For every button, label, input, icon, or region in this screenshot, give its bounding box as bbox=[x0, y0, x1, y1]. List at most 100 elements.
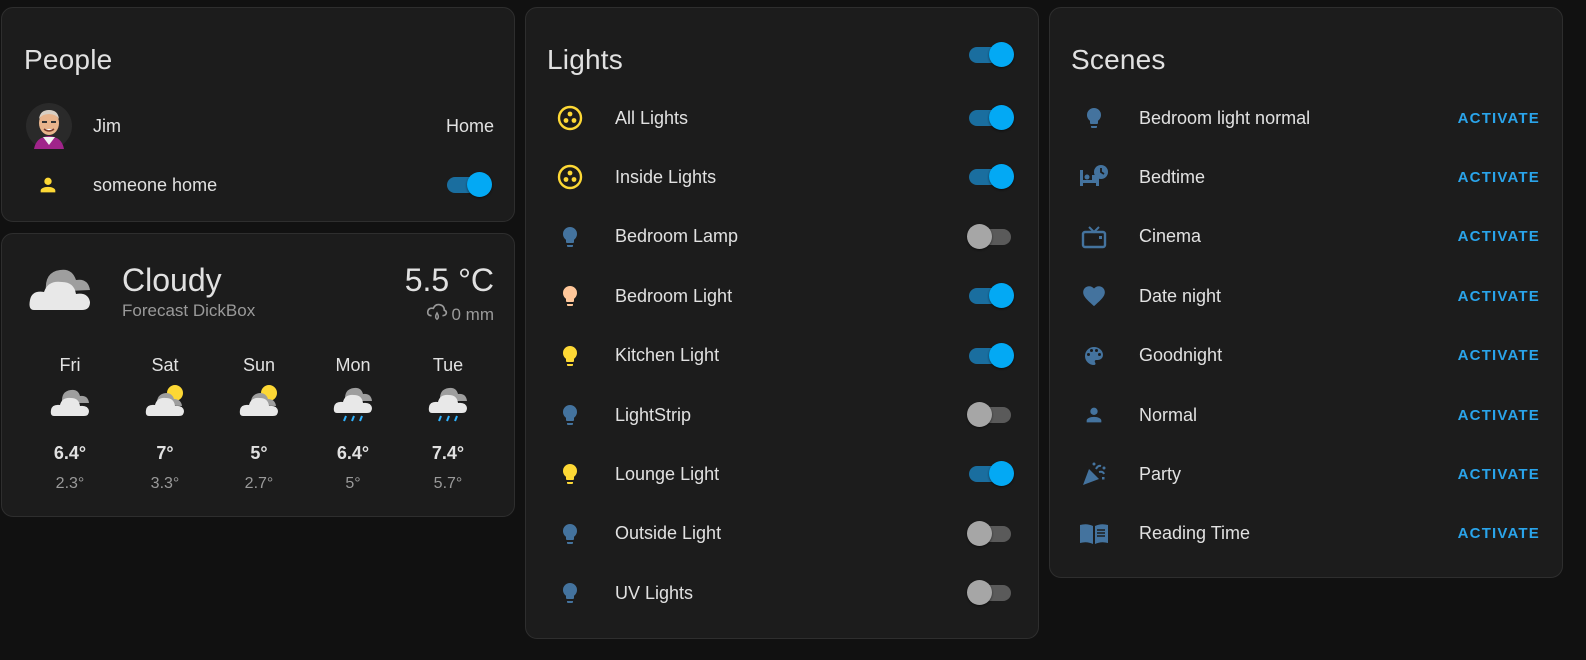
tv-icon bbox=[1074, 217, 1114, 257]
scene-row: Reading Time ACTIVATE bbox=[1050, 514, 1562, 554]
light-label[interactable]: All Lights bbox=[615, 108, 688, 129]
forecast-day: Sun 5° 2.7° bbox=[224, 355, 294, 492]
light-toggle[interactable] bbox=[967, 461, 1014, 487]
precipitation: 0 mm bbox=[426, 302, 495, 327]
light-label[interactable]: Lounge Light bbox=[615, 464, 719, 485]
light-row[interactable]: Bedroom Lamp bbox=[526, 217, 1038, 257]
light-row[interactable]: Kitchen Light bbox=[526, 336, 1038, 376]
light-label[interactable]: Bedroom Light bbox=[615, 286, 732, 307]
group-icon[interactable] bbox=[550, 157, 590, 197]
scene-label: Bedroom light normal bbox=[1139, 107, 1311, 128]
light-toggle[interactable] bbox=[967, 164, 1014, 190]
activate-button[interactable]: ACTIVATE bbox=[1458, 407, 1540, 424]
bulb-icon[interactable] bbox=[550, 573, 590, 613]
light-row[interactable]: UV Lights bbox=[526, 573, 1038, 613]
scene-row: Goodnight ACTIVATE bbox=[1050, 336, 1562, 376]
person-state: Home bbox=[445, 115, 494, 136]
light-label[interactable]: Inside Lights bbox=[615, 167, 716, 188]
weather-condition: Cloudy bbox=[122, 262, 222, 298]
card-title: Lights bbox=[547, 44, 623, 75]
light-label[interactable]: Bedroom Lamp bbox=[615, 226, 738, 247]
light-row[interactable]: Outside Light bbox=[526, 514, 1038, 554]
light-label[interactable]: UV Lights bbox=[615, 583, 693, 604]
all-lights-header-toggle[interactable] bbox=[967, 42, 1014, 67]
bulb-icon[interactable] bbox=[550, 454, 590, 494]
light-row[interactable]: LightStrip bbox=[526, 395, 1038, 435]
light-row[interactable]: All Lights bbox=[526, 98, 1038, 138]
party-popper-icon bbox=[1074, 454, 1114, 494]
activate-button[interactable]: ACTIVATE bbox=[1458, 228, 1540, 245]
rainy-icon bbox=[333, 383, 375, 423]
person-icon bbox=[28, 165, 68, 205]
heart-icon bbox=[1074, 276, 1114, 316]
rain-cloud-icon bbox=[426, 302, 448, 327]
light-toggle[interactable] bbox=[967, 105, 1014, 130]
light-label[interactable]: Outside Light bbox=[615, 523, 721, 544]
partly-cloudy-icon bbox=[145, 383, 187, 423]
person-name: someone home bbox=[93, 174, 218, 195]
weather-temperature: 5.5 °C bbox=[404, 262, 494, 298]
light-toggle[interactable] bbox=[967, 402, 1013, 427]
forecast-high: 6.4° bbox=[336, 443, 370, 463]
bulb-icon[interactable] bbox=[550, 276, 590, 316]
forecast-low: 2.3° bbox=[55, 475, 85, 492]
forecast-day-name: Sat bbox=[151, 355, 179, 375]
activate-button[interactable]: ACTIVATE bbox=[1458, 110, 1540, 127]
forecast-day: Fri 6.4° 2.3° bbox=[35, 355, 105, 492]
scene-row: Cinema ACTIVATE bbox=[1050, 217, 1562, 257]
someone-home-toggle[interactable] bbox=[445, 172, 492, 197]
forecast-day: Sat 7° 3.3° bbox=[130, 355, 200, 492]
partly-cloudy-icon bbox=[239, 383, 281, 423]
light-toggle[interactable] bbox=[967, 283, 1014, 309]
light-toggle[interactable] bbox=[967, 342, 1014, 368]
activate-button[interactable]: ACTIVATE bbox=[1458, 347, 1540, 364]
activate-button[interactable]: ACTIVATE bbox=[1458, 525, 1540, 542]
people-card: People Jim Home someone home bbox=[1, 7, 515, 222]
person-name: Jim bbox=[93, 115, 121, 136]
forecast-low: 5.7° bbox=[433, 475, 463, 492]
forecast-day: Mon 6.4° 5° bbox=[318, 355, 388, 492]
cloudy-icon bbox=[28, 262, 98, 314]
light-label[interactable]: LightStrip bbox=[615, 405, 691, 426]
light-row[interactable]: Inside Lights bbox=[526, 157, 1038, 197]
book-open-icon bbox=[1074, 514, 1114, 554]
cloudy-icon bbox=[50, 383, 92, 423]
light-toggle[interactable] bbox=[967, 520, 1013, 546]
scene-label: Date night bbox=[1139, 285, 1222, 306]
bulb-icon[interactable] bbox=[550, 514, 590, 554]
group-icon[interactable] bbox=[550, 98, 590, 138]
forecast-high: 7.4° bbox=[431, 443, 465, 463]
forecast-high: 6.4° bbox=[53, 443, 87, 463]
scene-row: Bedroom light normal ACTIVATE bbox=[1050, 98, 1562, 138]
rainy-icon bbox=[428, 383, 470, 423]
weather-card[interactable]: Cloudy Forecast DickBox 5.5 °C 0 mm Fri … bbox=[1, 233, 515, 517]
activate-button[interactable]: ACTIVATE bbox=[1458, 169, 1540, 186]
person-row-jim[interactable]: Jim Home bbox=[2, 103, 514, 149]
weather-source: Forecast DickBox bbox=[122, 301, 256, 320]
scenes-card: Scenes Bedroom light normal ACTIVATE Bedti… bbox=[1049, 7, 1563, 578]
scene-label: Bedtime bbox=[1139, 166, 1206, 187]
activate-button[interactable]: ACTIVATE bbox=[1458, 288, 1540, 305]
bulb-icon[interactable] bbox=[550, 217, 590, 257]
card-title: People bbox=[24, 44, 113, 75]
forecast-high: 5° bbox=[250, 443, 268, 463]
forecast-day-name: Mon bbox=[335, 355, 371, 375]
scene-label: Normal bbox=[1139, 404, 1198, 425]
forecast-day: Tue 7.4° 5.7° bbox=[413, 355, 483, 492]
precipitation-value: 0 mm bbox=[451, 304, 495, 324]
light-toggle[interactable] bbox=[967, 223, 1013, 249]
light-label[interactable]: Kitchen Light bbox=[615, 345, 719, 366]
bulb-icon[interactable] bbox=[550, 336, 590, 376]
light-row[interactable]: Lounge Light bbox=[526, 454, 1038, 494]
scene-label: Reading Time bbox=[1139, 523, 1251, 544]
activate-button[interactable]: ACTIVATE bbox=[1458, 466, 1540, 483]
card-title: Scenes bbox=[1071, 44, 1166, 75]
scene-row: Party ACTIVATE bbox=[1050, 454, 1562, 494]
bulb-icon[interactable] bbox=[550, 395, 590, 435]
light-toggle[interactable] bbox=[967, 580, 1013, 606]
avatar bbox=[26, 103, 72, 149]
scene-label: Cinema bbox=[1139, 226, 1202, 247]
forecast-low: 2.7° bbox=[244, 475, 274, 492]
light-row[interactable]: Bedroom Light bbox=[526, 276, 1038, 316]
bulb-icon bbox=[1074, 98, 1114, 138]
